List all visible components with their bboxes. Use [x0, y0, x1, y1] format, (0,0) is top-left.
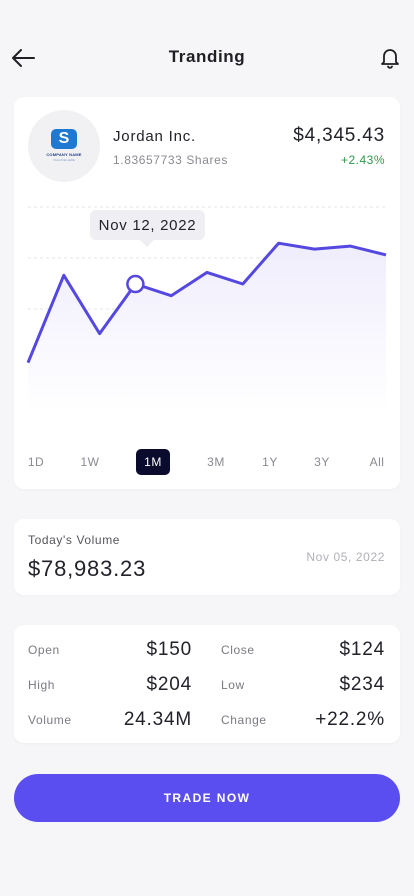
stock-chart-card: S COMPANY NAME TAGLINE HERE Jordan Inc. … [14, 97, 400, 489]
close-label: Close [221, 643, 255, 657]
shares-held: 1.83657733 Shares [113, 153, 228, 167]
price-change: +2.43% [340, 153, 385, 167]
logo-mark: S [51, 129, 77, 149]
stock-price: $4,345.43 [293, 125, 385, 146]
highlighted-point[interactable] [126, 274, 145, 294]
tab-1d[interactable]: 1D [21, 449, 51, 475]
company-name: Jordan Inc. [113, 128, 197, 145]
bell-icon [381, 49, 399, 69]
high-label: High [28, 678, 56, 692]
stats-card: Open $150 Close $124 High $204 Low $234 … [14, 625, 400, 743]
page-title: Tranding [168, 47, 246, 66]
volume-card: Today's Volume $78,983.23 Nov 05, 2022 [14, 519, 400, 595]
low-value: $234 [339, 674, 385, 695]
volume-value: $78,983.23 [28, 556, 147, 581]
tab-1y[interactable]: 1Y [255, 449, 285, 475]
tab-3y[interactable]: 3Y [307, 449, 337, 475]
tooltip-pointer [140, 240, 154, 247]
change-value: +22.2% [315, 709, 385, 730]
volume-stat-value: 24.34M [123, 709, 192, 730]
volume-stat-label: Volume [28, 713, 72, 727]
trade-now-button[interactable]: TRADE NOW [14, 774, 400, 822]
change-label: Change [221, 713, 267, 727]
company-logo: S COMPANY NAME TAGLINE HERE [28, 110, 100, 182]
tab-all[interactable]: All [362, 449, 392, 475]
tab-1w[interactable]: 1W [75, 449, 105, 475]
tab-1m[interactable]: 1M [136, 449, 170, 475]
open-value: $150 [146, 639, 192, 660]
volume-date: Nov 05, 2022 [306, 550, 385, 564]
logo-tagline: TAGLINE HERE [53, 158, 75, 162]
high-value: $204 [146, 674, 192, 695]
range-tabs: 1D 1W 1M 3M 1Y 3Y All [14, 449, 400, 475]
notification-button[interactable] [378, 46, 402, 70]
tab-3m[interactable]: 3M [201, 449, 231, 475]
close-value: $124 [339, 639, 385, 660]
open-label: Open [28, 643, 60, 657]
chart-area-fill [28, 243, 386, 413]
header: Tranding [0, 0, 414, 96]
logo-company-name: COMPANY NAME [46, 152, 82, 157]
chart-tooltip: Nov 12, 2022 [90, 210, 205, 240]
low-label: Low [221, 678, 245, 692]
volume-label: Today's Volume [28, 533, 121, 547]
